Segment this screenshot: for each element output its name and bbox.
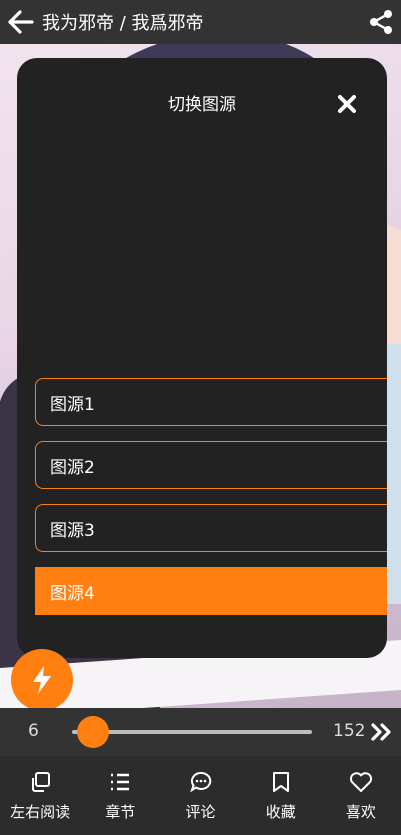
nav-item-label: 左右阅读: [10, 803, 71, 821]
heart-icon: [349, 769, 373, 795]
nav-item-label: 收藏: [265, 803, 296, 821]
source-option-3[interactable]: 图源3: [35, 504, 387, 552]
source-option-label: 图源1: [50, 394, 95, 415]
nav-item-label: 喜欢: [345, 803, 376, 821]
top-bar: 我为邪帝 / 我爲邪帝: [0, 0, 401, 44]
page-slider-bar: 6 152: [0, 708, 401, 756]
double-chevron-right-icon[interactable]: [370, 720, 394, 744]
bottom-nav: 左右阅读 章节 评论 收藏 喜欢: [0, 756, 401, 835]
bookmark-icon: [272, 769, 290, 795]
source-option-label: 图源2: [50, 457, 95, 478]
total-pages: 152: [333, 721, 366, 741]
source-option-label: 图源4: [50, 583, 95, 604]
source-option-2[interactable]: 图源2: [35, 441, 387, 489]
nav-item-reading-mode[interactable]: 左右阅读: [0, 756, 80, 835]
nav-item-chapters[interactable]: 章节: [80, 756, 160, 835]
source-option-4[interactable]: 图源4: [35, 567, 387, 615]
lightning-icon: [33, 666, 51, 694]
source-option-1[interactable]: 图源1: [35, 378, 387, 426]
close-icon[interactable]: [335, 92, 359, 116]
share-icon[interactable]: [361, 0, 401, 44]
dialog-title: 切换图源: [168, 95, 236, 115]
page-slider-thumb[interactable]: [77, 716, 109, 748]
quick-action-button[interactable]: [11, 649, 73, 711]
nav-item-label: 章节: [105, 803, 136, 821]
copy-pages-icon: [29, 769, 51, 795]
nav-item-like[interactable]: 喜欢: [321, 756, 401, 835]
comic-title: 我为邪帝 / 我爲邪帝: [42, 13, 204, 34]
comment-icon: [189, 769, 212, 795]
arrow-left-icon[interactable]: [4, 0, 38, 44]
image-source-dialog: 切换图源 图源1 图源2 图源3 图源4: [17, 58, 387, 658]
nav-item-label: 评论: [185, 803, 216, 821]
nav-item-comments[interactable]: 评论: [160, 756, 240, 835]
nav-item-favorite[interactable]: 收藏: [241, 756, 321, 835]
current-page: 6: [28, 721, 39, 741]
source-option-label: 图源3: [50, 520, 95, 541]
list-icon: [109, 769, 131, 795]
